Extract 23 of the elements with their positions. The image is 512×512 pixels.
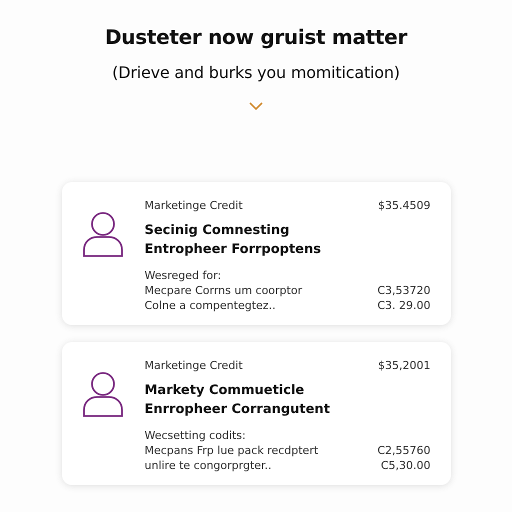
detail-text: Mecpans Frp lue pack recdptert [144, 443, 318, 458]
detail-text: Mecpare Corrns um coorptor [144, 283, 302, 298]
page-subheading: (Drieve and burks you momitication) [112, 63, 400, 82]
detail-amount: C5,30.00 [380, 458, 430, 473]
details-note: Wesreged for: [144, 268, 222, 283]
card-title: Secinig Comnesting [144, 222, 290, 240]
user-icon [82, 370, 124, 418]
credit-amount: $35.4509 [378, 198, 430, 213]
detail-amount: C2,55760 [377, 443, 430, 458]
detail-amount: C3. 29.00 [377, 298, 430, 313]
credit-amount: $35,2001 [378, 358, 430, 373]
card-title: Entropheer Forrpoptens [144, 241, 322, 259]
chevron-down-icon[interactable] [249, 102, 263, 110]
detail-text: unlire te congorprgter.. [144, 458, 272, 473]
detail-amount: C3,53720 [377, 283, 430, 298]
credit-label: Marketinge Credit [144, 358, 243, 373]
page-heading: Dusteter now gruist matter [104, 25, 408, 49]
user-icon [82, 210, 124, 258]
card-title: Markety Commueticle [144, 382, 306, 400]
card-title: Enrropheer Corrangutent [144, 401, 331, 419]
details-note: Wecsetting codits: [144, 428, 246, 443]
detail-text: Colne a compentegtez.. [144, 298, 276, 313]
credit-label: Marketinge Credit [144, 198, 243, 213]
